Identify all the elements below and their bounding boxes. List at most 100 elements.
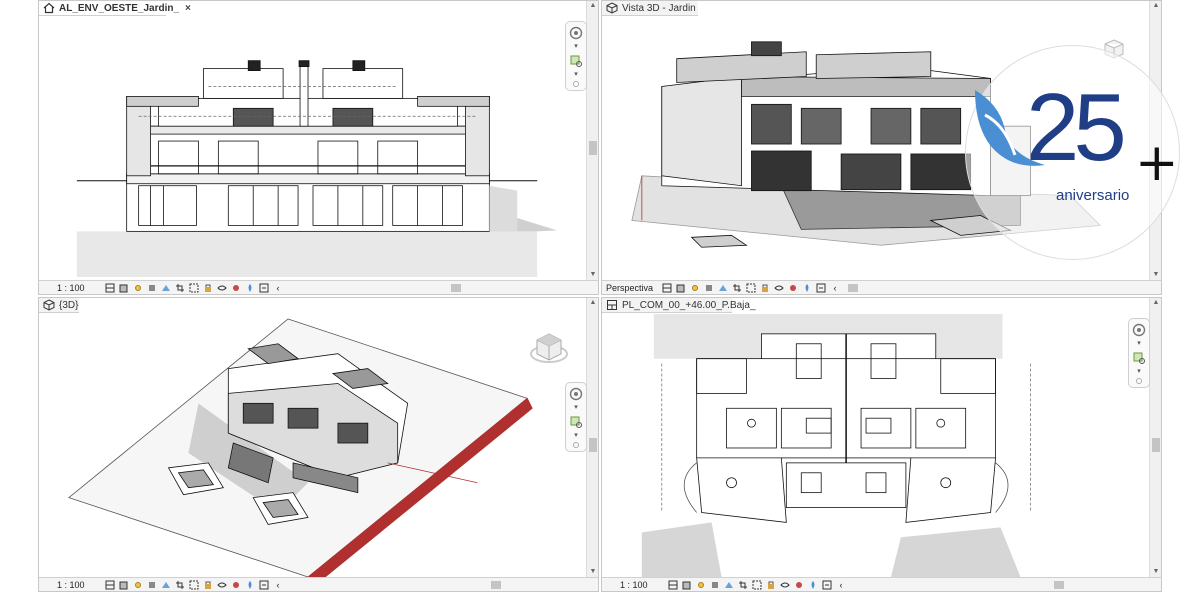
- show-crop-icon[interactable]: [752, 580, 762, 590]
- lock-3d-icon[interactable]: [766, 580, 776, 590]
- reveal-hidden-icon[interactable]: [794, 580, 804, 590]
- chevron-down-icon[interactable]: ▾: [574, 43, 578, 50]
- render-icon[interactable]: [718, 283, 728, 293]
- scroll-down-icon[interactable]: ▼: [1150, 270, 1161, 280]
- chevron-down-icon[interactable]: ▾: [1137, 368, 1141, 375]
- navbar-options-icon[interactable]: [573, 442, 579, 448]
- horizontal-scrollbar[interactable]: [291, 580, 582, 590]
- analysis-icon[interactable]: [808, 580, 818, 590]
- sun-path-icon[interactable]: [696, 580, 706, 590]
- steering-wheel-icon[interactable]: [568, 386, 584, 402]
- scroll-thumb[interactable]: [451, 283, 461, 292]
- scroll-up-icon[interactable]: ▲: [1150, 1, 1161, 11]
- scroll-thumb[interactable]: [1054, 580, 1064, 589]
- reveal-hidden-icon[interactable]: [788, 283, 798, 293]
- tab-elevation[interactable]: AL_ENV_OESTE_Jardin_ ×: [39, 1, 191, 16]
- visual-style-icon[interactable]: [676, 283, 686, 293]
- sun-path-icon[interactable]: [133, 580, 143, 590]
- shadows-icon[interactable]: [147, 283, 157, 293]
- temporary-hide-icon[interactable]: [217, 283, 227, 293]
- viewport-elevation[interactable]: AL_ENV_OESTE_Jardin_ × ▾ ▾ ▲ ▼ 1: 100 ‹: [38, 0, 599, 295]
- zoom-region-icon[interactable]: [568, 53, 584, 69]
- crop-icon[interactable]: [738, 580, 748, 590]
- temporary-hide-icon[interactable]: [774, 283, 784, 293]
- analysis-icon[interactable]: [245, 580, 255, 590]
- detail-level-icon[interactable]: [668, 580, 678, 590]
- horizontal-scrollbar[interactable]: [291, 283, 582, 293]
- visual-style-icon[interactable]: [119, 580, 129, 590]
- crop-icon[interactable]: [175, 283, 185, 293]
- crop-icon[interactable]: [732, 283, 742, 293]
- analysis-icon[interactable]: [245, 283, 255, 293]
- zoom-region-icon[interactable]: [568, 414, 584, 430]
- scroll-down-icon[interactable]: ▼: [587, 270, 598, 280]
- scroll-thumb[interactable]: [589, 141, 597, 155]
- visual-style-icon[interactable]: [682, 580, 692, 590]
- navbar-options-icon[interactable]: [1136, 378, 1142, 384]
- shadows-icon[interactable]: [147, 580, 157, 590]
- scroll-up-icon[interactable]: ▲: [587, 298, 598, 308]
- scroll-left-icon[interactable]: ‹: [830, 283, 840, 293]
- chevron-down-icon[interactable]: ▾: [574, 71, 578, 78]
- chevron-down-icon[interactable]: ▾: [574, 404, 578, 411]
- perspective-drawing[interactable]: [602, 17, 1149, 280]
- crop-icon[interactable]: [175, 580, 185, 590]
- floor-plan-drawing[interactable]: [602, 314, 1149, 577]
- tab-floor-plan[interactable]: PL_COM_00_+46.00_P.Baja_: [602, 298, 756, 313]
- show-crop-icon[interactable]: [746, 283, 756, 293]
- highlight-icon[interactable]: [259, 283, 269, 293]
- close-icon[interactable]: ×: [185, 2, 191, 14]
- navigation-bar[interactable]: ▾ ▾: [565, 382, 587, 452]
- sun-path-icon[interactable]: [690, 283, 700, 293]
- shadows-icon[interactable]: [704, 283, 714, 293]
- render-icon[interactable]: [161, 283, 171, 293]
- detail-level-icon[interactable]: [662, 283, 672, 293]
- lock-3d-icon[interactable]: [203, 580, 213, 590]
- view-scale[interactable]: Perspectiva: [606, 283, 658, 293]
- temporary-hide-icon[interactable]: [780, 580, 790, 590]
- vertical-scrollbar[interactable]: ▲ ▼: [1149, 298, 1161, 577]
- highlight-icon[interactable]: [816, 283, 826, 293]
- scroll-thumb[interactable]: [848, 283, 858, 292]
- navigation-bar[interactable]: ▾ ▾: [565, 21, 587, 91]
- viewport-floor-plan[interactable]: PL_COM_00_+46.00_P.Baja_ ▾ ▾ ▲ ▼ 1: 100…: [601, 297, 1162, 592]
- temporary-hide-icon[interactable]: [217, 580, 227, 590]
- scroll-up-icon[interactable]: ▲: [587, 1, 598, 11]
- detail-level-icon[interactable]: [105, 283, 115, 293]
- reveal-hidden-icon[interactable]: [231, 580, 241, 590]
- horizontal-scrollbar[interactable]: [848, 283, 1145, 293]
- scroll-down-icon[interactable]: ▼: [587, 567, 598, 577]
- tab-perspective[interactable]: Vista 3D - Jardin: [602, 1, 698, 16]
- viewcube[interactable]: [1102, 37, 1126, 64]
- scroll-left-icon[interactable]: ‹: [273, 580, 283, 590]
- viewport-perspective[interactable]: Vista 3D - Jardin ▲ ▼ Perspectiva ‹: [601, 0, 1162, 295]
- navigation-bar[interactable]: ▾ ▾: [1128, 318, 1150, 388]
- view-scale[interactable]: 1 : 100: [57, 283, 101, 293]
- view-scale[interactable]: 1 : 100: [620, 580, 664, 590]
- reveal-hidden-icon[interactable]: [231, 283, 241, 293]
- steering-wheel-icon[interactable]: [568, 25, 584, 41]
- render-icon[interactable]: [161, 580, 171, 590]
- vertical-scrollbar[interactable]: ▲ ▼: [586, 298, 598, 577]
- steering-wheel-icon[interactable]: [1131, 322, 1147, 338]
- lock-3d-icon[interactable]: [760, 283, 770, 293]
- shadows-icon[interactable]: [710, 580, 720, 590]
- zoom-region-icon[interactable]: [1131, 350, 1147, 366]
- vertical-scrollbar[interactable]: ▲ ▼: [1149, 1, 1161, 280]
- horizontal-scrollbar[interactable]: [854, 580, 1145, 590]
- axonometric-drawing[interactable]: [39, 314, 586, 577]
- detail-level-icon[interactable]: [105, 580, 115, 590]
- show-crop-icon[interactable]: [189, 283, 199, 293]
- vertical-scrollbar[interactable]: ▲ ▼: [586, 1, 598, 280]
- render-icon[interactable]: [724, 580, 734, 590]
- scroll-down-icon[interactable]: ▼: [1150, 567, 1161, 577]
- scroll-up-icon[interactable]: ▲: [1150, 298, 1161, 308]
- sun-path-icon[interactable]: [133, 283, 143, 293]
- scroll-left-icon[interactable]: ‹: [273, 283, 283, 293]
- scroll-thumb[interactable]: [1152, 438, 1160, 452]
- scroll-left-icon[interactable]: ‹: [836, 580, 846, 590]
- chevron-down-icon[interactable]: ▾: [1137, 340, 1141, 347]
- scroll-thumb[interactable]: [589, 438, 597, 452]
- visual-style-icon[interactable]: [119, 283, 129, 293]
- highlight-icon[interactable]: [822, 580, 832, 590]
